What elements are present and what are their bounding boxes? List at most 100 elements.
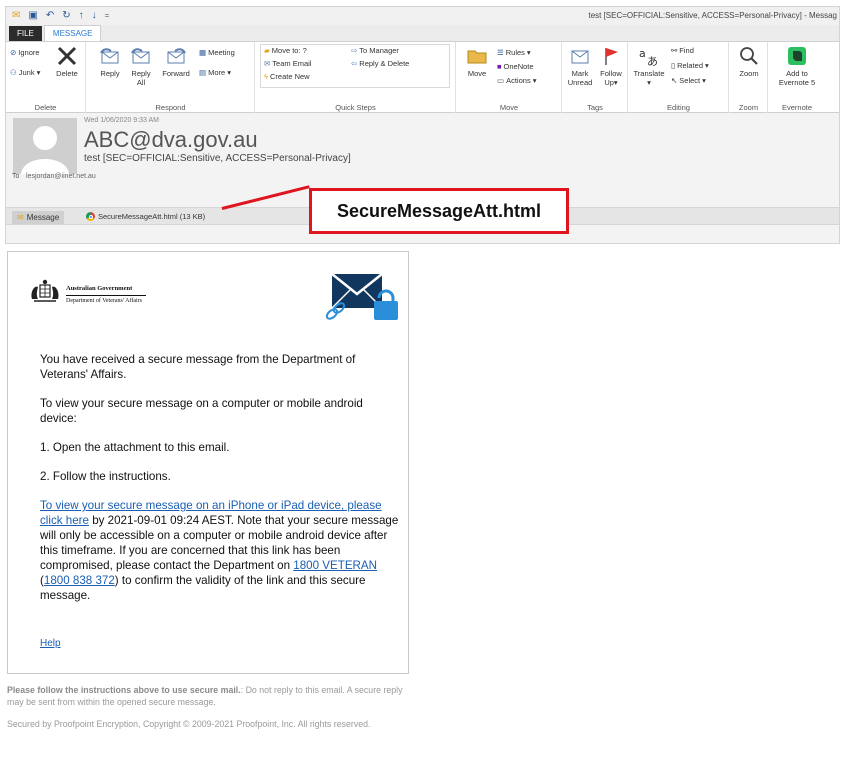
ribbon-tabs: FILE MESSAGE: [6, 25, 839, 41]
qat-more[interactable]: =: [105, 10, 110, 22]
quick-steps-title: Quick Steps: [335, 103, 376, 112]
delete-group-title: Delete: [34, 103, 57, 112]
magnifier-icon: [740, 47, 758, 65]
forward-button[interactable]: Forward: [159, 45, 193, 78]
coat-of-arms-icon: [31, 279, 59, 302]
envelope-icon[interactable]: ✉: [12, 10, 20, 22]
ignore-button[interactable]: ⊘ Ignore: [10, 48, 40, 57]
window-title: test [SEC=OFFICIAL:Sensitive, ACCESS=Per…: [588, 11, 837, 20]
iphone-paragraph: To view your secure message on an iPhone…: [40, 499, 399, 602]
zoom-group-title: Zoom: [738, 103, 759, 112]
gov-logo-text: Australian Government Department of Vete…: [66, 279, 146, 305]
redo-icon[interactable]: ↻: [62, 10, 70, 22]
save-icon[interactable]: ▣: [28, 10, 37, 22]
chrome-icon: [86, 212, 95, 221]
create-new-button[interactable]: ϟ Create New: [264, 72, 310, 81]
secure-mail-lock-icon: [325, 273, 398, 320]
reply-all-button[interactable]: Reply All: [127, 45, 155, 87]
onenote-button[interactable]: ■ OneNote: [497, 62, 534, 71]
title-bar: ✉ ▣ ↶ ↻ ↑ ↓ = test [SEC=OFFICIAL:Sensiti…: [6, 7, 839, 25]
select-button[interactable]: ↖ Select ▾: [671, 76, 706, 85]
binoculars-icon: ⚯: [671, 46, 678, 55]
attachment-file[interactable]: SecureMessageAtt.html (13 KB): [86, 212, 205, 221]
person-icon: [21, 126, 69, 174]
zoom-group: Zoom Zoom: [730, 42, 768, 114]
to-manager-button[interactable]: ⇨ To Manager: [351, 46, 399, 55]
delete-button[interactable]: Delete: [56, 45, 78, 78]
svg-text:あ: あ: [647, 55, 658, 67]
message-subject: test [SEC=OFFICIAL:Sensitive, ACCESS=Per…: [84, 153, 351, 164]
follow-up-button[interactable]: Follow Up▾: [596, 45, 626, 87]
delete-x-icon: [57, 46, 77, 66]
meeting-button[interactable]: ▦ Meeting: [199, 48, 235, 57]
related-button[interactable]: ▯ Related ▾: [671, 61, 709, 70]
intro-paragraph: You have received a secure message from …: [40, 353, 356, 381]
mark-unread-button[interactable]: Mark Unread: [565, 45, 595, 87]
find-button[interactable]: ⚯ Find: [671, 46, 694, 55]
folder-icon: ▰: [264, 46, 270, 55]
ignore-icon: ⊘: [10, 48, 17, 57]
help-link[interactable]: Help: [40, 638, 61, 649]
step-2: 2. Follow the instructions.: [40, 470, 171, 483]
instructions-paragraph: To view your secure message on a compute…: [40, 397, 363, 425]
reply-button[interactable]: Reply: [95, 45, 125, 78]
tags-group: Mark Unread Follow Up▾ Tags: [563, 42, 628, 114]
respond-group: Reply Reply All Forward ▦ Meeting ▤ More ▾ R…: [87, 42, 255, 114]
more-button[interactable]: ▤ More ▾: [199, 68, 231, 77]
junk-icon: ⚇: [10, 68, 17, 77]
forward-icon: [167, 48, 186, 64]
tab-message[interactable]: MESSAGE: [43, 25, 102, 41]
footer-notice: Please follow the instructions above to …: [7, 685, 403, 707]
arrow-mail-icon: ⇨: [351, 46, 358, 55]
phone-number-link[interactable]: 1800 838 372: [44, 574, 115, 587]
quick-access-toolbar: ✉ ▣ ↶ ↻ ↑ ↓ =: [12, 10, 109, 22]
onenote-icon: ■: [497, 62, 502, 71]
lightning-icon: ϟ: [264, 72, 268, 81]
avatar: [13, 118, 77, 174]
zoom-button[interactable]: Zoom: [734, 45, 764, 78]
envelope-unread-icon: [571, 50, 589, 64]
calendar-icon: ▦: [199, 48, 207, 57]
more-icon: ▤: [199, 68, 207, 77]
gov-logo: Australian Government Department of Vete…: [28, 279, 146, 305]
rules-icon: ☰: [497, 48, 504, 57]
quick-steps-group: ▰ Move to: ? ✉ Team Email ϟ Create New ⇨ To …: [256, 42, 456, 114]
down-arrow-icon[interactable]: ↓: [92, 10, 97, 22]
cursor-icon: ↖: [671, 76, 678, 85]
evernote-group: Add to Evernote 5 Evernote: [769, 42, 825, 114]
move-to-button[interactable]: ▰ Move to: ?: [264, 46, 307, 55]
editing-group: aあ Translate ▾ ⚯ Find ▯ Related ▾ ↖ Select ▾ E…: [629, 42, 729, 114]
recipient-address[interactable]: lesjordan@iinet.net.au: [26, 173, 96, 180]
svg-text:a: a: [639, 47, 646, 60]
tags-group-title: Tags: [587, 103, 603, 112]
respond-group-title: Respond: [155, 103, 186, 112]
team-email-button[interactable]: ✉ Team Email: [264, 59, 311, 68]
sender-address[interactable]: ABC@dva.gov.au: [84, 127, 258, 153]
undo-icon[interactable]: ↶: [46, 10, 54, 22]
move-button[interactable]: Move: [463, 45, 491, 78]
tab-file[interactable]: FILE: [9, 26, 42, 41]
add-to-evernote-button[interactable]: Add to Evernote 5: [771, 45, 823, 87]
rules-button[interactable]: ☰ Rules ▾: [497, 48, 531, 57]
up-arrow-icon[interactable]: ↑: [79, 10, 84, 22]
junk-button[interactable]: ⚇ Junk ▾: [10, 68, 40, 77]
envelope-icon: ✉: [17, 213, 24, 222]
translate-button[interactable]: aあ Translate ▾: [631, 45, 667, 87]
evernote-group-title: Evernote: [781, 103, 813, 112]
translate-icon: aあ: [639, 47, 658, 67]
attachment-message-tab[interactable]: ✉ Message: [12, 211, 65, 224]
reply-delete-button[interactable]: ⇦ Reply & Delete: [351, 59, 409, 68]
editing-group-title: Editing: [667, 103, 690, 112]
phone-veteran-link[interactable]: 1800 VETERAN: [293, 559, 377, 572]
actions-button[interactable]: ▭ Actions ▾: [497, 76, 536, 85]
move-folder-icon: [467, 50, 487, 64]
flag-icon: [605, 48, 618, 65]
reply-icon: [100, 48, 119, 64]
footer-copyright: Secured by Proofpoint Encryption, Copyri…: [7, 719, 371, 729]
related-icon: ▯: [671, 61, 676, 70]
reply-all-icon: [131, 48, 150, 64]
ribbon: ⊘ Ignore ⚇ Junk ▾ Delete Delete Reply Reply…: [6, 41, 839, 114]
footer: Please follow the instructions above to …: [7, 684, 407, 730]
move-group-title: Move: [499, 103, 519, 112]
move-group: Move ☰ Rules ▾ ■ OneNote ▭ Actions ▾ Move: [457, 42, 562, 114]
